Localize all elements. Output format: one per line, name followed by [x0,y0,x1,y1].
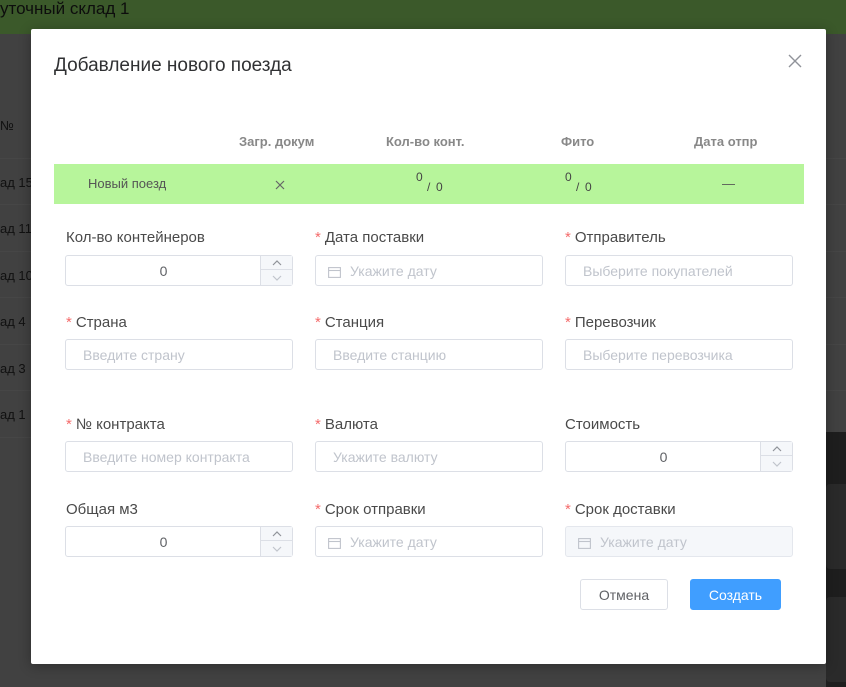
containers-total: 0 [436,180,443,194]
cost-value: 0 [659,449,668,465]
column-header-docs: Загр. докум [239,134,315,149]
calendar-icon [578,536,591,549]
fito-loaded: 0 [565,170,572,184]
chevron-down-icon[interactable] [261,542,292,556]
country-input[interactable]: Введите страну [65,339,293,370]
station-placeholder: Введите станцию [333,347,447,363]
fito-total: 0 [585,180,592,194]
sender-select[interactable]: Выберите покупателей [565,255,793,286]
label-ship-term: * Срок отправки [315,501,426,518]
label-country: * Страна [66,314,127,331]
stepper-controls [760,442,792,471]
label-delivery-date: * Дата поставки [315,229,425,246]
station-input[interactable]: Введите станцию [315,339,543,370]
sender-placeholder: Выберите покупателей [583,263,733,279]
fraction-separator: / [427,180,431,194]
total-m3-value: 0 [159,534,168,550]
delivery-term-placeholder: Укажите дату [600,534,687,550]
calendar-icon [328,536,341,549]
contract-placeholder: Введите номер контракта [83,449,250,465]
delivery-date-picker[interactable]: Укажите дату [315,255,543,286]
carrier-placeholder: Выберите перевозчика [583,347,733,363]
close-icon[interactable] [787,53,803,69]
dialog-title: Добавление нового поезда [54,55,292,76]
containers-count-stepper[interactable]: 0 [65,255,293,286]
ship-term-placeholder: Укажите дату [350,534,437,550]
table-row[interactable]: Новый поезд 0 / 0 0 / 0 — [54,164,804,204]
cancel-button[interactable]: Отмена [580,579,668,610]
fraction-separator: / [576,180,580,194]
total-m3-stepper[interactable]: 0 [65,526,293,557]
ship-date-value: — [722,176,735,191]
chevron-down-icon[interactable] [761,457,792,471]
add-train-dialog: Добавление нового поезда Загр. докум Кол… [31,29,826,664]
currency-select[interactable]: Укажите валюту [315,441,543,472]
label-containers-count: Кол-во контейнеров [66,229,205,246]
containers-count-value: 0 [159,263,168,279]
cost-stepper[interactable]: 0 [565,441,793,472]
chevron-up-icon[interactable] [761,442,792,456]
label-station: * Станция [315,314,385,331]
label-contract: * № контракта [66,416,165,433]
column-header-fito: Фито [561,134,595,149]
label-cost: Стоимость [565,416,641,433]
column-header-ship-date: Дата отпр [694,134,758,149]
label-currency: * Валюта [315,416,378,433]
currency-placeholder: Укажите валюту [333,449,438,465]
create-button[interactable]: Создать [690,579,781,610]
train-name: Новый поезд [88,176,167,191]
contract-input[interactable]: Введите номер контракта [65,441,293,472]
carrier-select[interactable]: Выберите перевозчика [565,339,793,370]
containers-loaded: 0 [416,170,423,184]
chevron-down-icon[interactable] [261,271,292,285]
calendar-icon [328,265,341,278]
label-carrier: * Перевозчик [565,314,656,331]
stepper-controls [260,527,292,556]
chevron-up-icon[interactable] [261,527,292,541]
delivery-date-placeholder: Укажите дату [350,263,437,279]
label-total-m3: Общая м3 [66,501,138,518]
label-delivery-term: * Срок доставки [565,501,676,518]
delivery-term-picker: Укажите дату [565,526,793,557]
stepper-controls [260,256,292,285]
close-icon [275,178,285,193]
ship-term-picker[interactable]: Укажите дату [315,526,543,557]
label-sender: * Отправитель [565,229,666,246]
column-header-containers: Кол-во конт. [386,134,465,149]
chevron-up-icon[interactable] [261,256,292,270]
country-placeholder: Введите страну [83,347,185,363]
